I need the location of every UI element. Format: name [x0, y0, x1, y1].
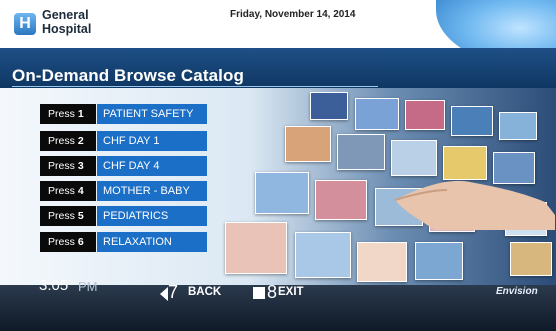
brand-logo: Envision — [496, 286, 538, 297]
menu-option-label[interactable]: PATIENT SAFETY — [97, 104, 207, 124]
press-key-label: Press 2 — [40, 131, 96, 151]
press-key-label: Press 5 — [40, 206, 96, 226]
press-key-label: Press 3 — [40, 156, 96, 176]
pointing-hand-image — [395, 180, 555, 230]
exit-label: EXIT — [278, 286, 304, 298]
press-key-label: Press 1 — [40, 104, 96, 124]
menu-item-patient-safety[interactable]: Press 1 PATIENT SAFETY — [40, 104, 207, 124]
hospital-logo-icon: H — [14, 13, 36, 35]
menu-item-chf-day-4[interactable]: Press 3 CHF DAY 4 — [40, 156, 207, 176]
stop-square-icon — [253, 287, 265, 299]
press-key-label: Press 6 — [40, 232, 96, 252]
back-arrow-icon — [160, 287, 168, 301]
hospital-name: General Hospital — [42, 8, 91, 36]
clock-time: 3:05 — [39, 277, 69, 294]
menu-option-label[interactable]: CHF DAY 4 — [97, 156, 207, 176]
back-label: BACK — [188, 286, 222, 298]
menu-option-label[interactable]: CHF DAY 1 — [97, 131, 207, 151]
press-key-label: Press 4 — [40, 181, 96, 201]
exit-key-number: 8 — [267, 282, 278, 302]
page-title: On-Demand Browse Catalog — [12, 66, 244, 85]
title-underline — [12, 86, 378, 87]
menu-item-relaxation[interactable]: Press 6 RELAXATION — [40, 232, 207, 252]
hospital-name-line1: General — [42, 8, 89, 22]
menu-item-mother-baby[interactable]: Press 4 MOTHER - BABY — [40, 181, 207, 201]
menu-option-label[interactable]: RELAXATION — [97, 232, 207, 252]
menu-item-chf-day-1[interactable]: Press 2 CHF DAY 1 — [40, 131, 207, 151]
clock-ampm: PM — [78, 279, 98, 294]
menu-option-label[interactable]: MOTHER - BABY — [97, 181, 207, 201]
menu-item-pediatrics[interactable]: Press 5 PEDIATRICS — [40, 206, 207, 226]
date-display: Friday, November 14, 2014 — [230, 9, 356, 20]
back-key-number: 7 — [168, 282, 179, 302]
menu-option-label[interactable]: PEDIATRICS — [97, 206, 207, 226]
on-demand-screen: H General Hospital Friday, November 14, … — [0, 0, 556, 331]
hospital-name-line2: Hospital — [42, 22, 92, 36]
